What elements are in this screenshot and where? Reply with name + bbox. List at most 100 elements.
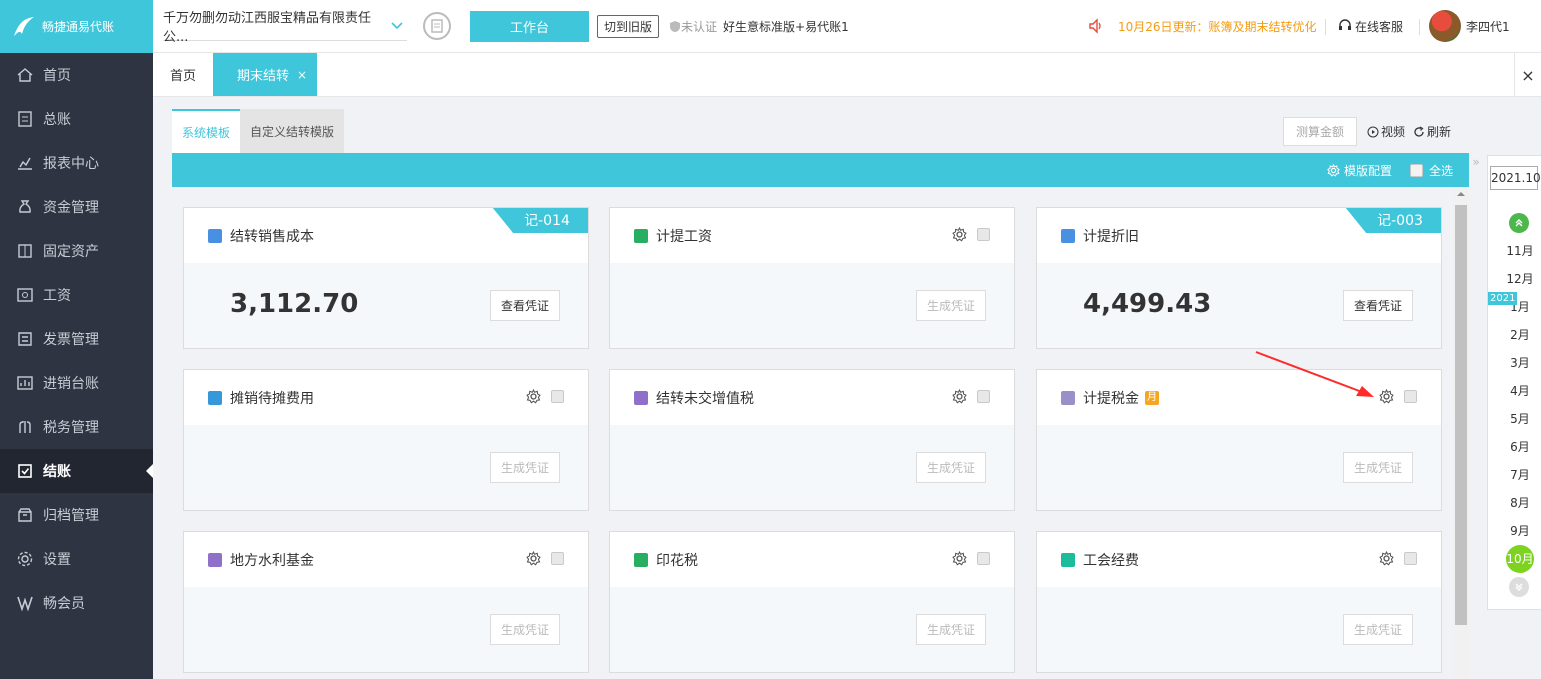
month-list: 11月 12月 1月 2月 3月 4月 5月 6月 7月 8月 9月 10月 xyxy=(1488,237,1541,573)
gear-icon[interactable] xyxy=(952,227,967,242)
sidebar-item-money-bag[interactable]: 资金管理 xyxy=(0,185,153,229)
card-title: 地方水利基金 xyxy=(230,552,314,569)
month-item[interactable]: 4月 xyxy=(1488,377,1541,405)
video-link[interactable]: 视频 xyxy=(1367,123,1405,140)
tab-period-end-transfer[interactable]: 期末结转 × xyxy=(213,53,318,96)
template-config-link[interactable]: 模版配置 xyxy=(1327,162,1392,179)
toolbar: 测算金额 视频 刷新 xyxy=(1282,117,1459,146)
collapse-panel-icon[interactable]: » xyxy=(1469,155,1483,177)
month-up-icon[interactable] xyxy=(1509,213,1529,233)
card-title: 结转未交增值税 xyxy=(656,390,754,407)
app-logo[interactable]: 畅捷通易代账 xyxy=(0,0,153,53)
view-voucher-button[interactable]: 查看凭证 xyxy=(1343,290,1413,321)
online-service-link[interactable]: 在线客服 xyxy=(1338,18,1403,35)
card-header: 结转未交增值税 xyxy=(610,370,1014,425)
card-header: 结转销售成本 记-014 xyxy=(184,208,588,263)
sidebar-item-home[interactable]: 首页 xyxy=(0,53,153,97)
tab-system-template[interactable]: 系统模板 xyxy=(172,109,241,153)
calendar-icon[interactable] xyxy=(423,12,451,40)
generate-voucher-button[interactable]: 生成凭证 xyxy=(916,452,986,483)
sidebar-item-report[interactable]: 报表中心 xyxy=(0,141,153,185)
month-down-icon[interactable] xyxy=(1509,577,1529,597)
card-controls xyxy=(952,389,990,404)
generate-voucher-button[interactable]: 生成凭证 xyxy=(490,452,560,483)
card-checkbox[interactable] xyxy=(977,228,990,241)
gear-icon[interactable] xyxy=(952,551,967,566)
card-title: 计提折旧 xyxy=(1083,228,1139,245)
select-all-checkbox[interactable] xyxy=(1409,163,1423,177)
card-checkbox[interactable] xyxy=(551,390,564,403)
update-notice[interactable]: 10月26日更新：账簿及期末结转优化 xyxy=(1088,18,1317,35)
calc-amount-button[interactable]: 测算金额 xyxy=(1282,117,1357,146)
home-icon xyxy=(16,66,34,84)
month-item[interactable]: 11月 xyxy=(1488,237,1541,265)
tax-icon xyxy=(16,418,34,436)
close-all-tabs-button[interactable]: × xyxy=(1514,53,1541,97)
card-body: 生成凭证 xyxy=(184,587,588,672)
month-item[interactable]: 2月 xyxy=(1488,321,1541,349)
company-selector[interactable]: 千万勿删勿动江西服宝精品有限责任公... xyxy=(163,11,407,45)
sidebar-item-salary[interactable]: 工资 xyxy=(0,273,153,317)
auth-status[interactable]: 未认证 好生意标准版+易代账1 xyxy=(669,18,849,35)
generate-voucher-button[interactable]: 生成凭证 xyxy=(916,290,986,321)
card-checkbox[interactable] xyxy=(1404,390,1417,403)
template-bar: 模版配置 全选 xyxy=(172,153,1469,187)
card-checkbox[interactable] xyxy=(977,552,990,565)
sidebar-item-asset[interactable]: 固定资产 xyxy=(0,229,153,273)
ledger-icon xyxy=(16,110,34,128)
month-item[interactable]: 8月 xyxy=(1488,489,1541,517)
vertical-scrollbar[interactable] xyxy=(1453,187,1469,679)
user-menu[interactable]: 李四代1 xyxy=(1429,10,1510,42)
tab-custom-template[interactable]: 自定义结转模版 xyxy=(240,109,345,153)
scroll-up-arrow[interactable] xyxy=(1457,192,1465,196)
gear-icon[interactable] xyxy=(526,389,541,404)
sidebar-item-tax[interactable]: 税务管理 xyxy=(0,405,153,449)
card-title: 结转销售成本 xyxy=(230,228,314,245)
card-checkbox[interactable] xyxy=(1404,552,1417,565)
headset-icon xyxy=(1339,19,1351,30)
scrollbar-thumb[interactable] xyxy=(1455,205,1467,625)
sidebar-item-label: 税务管理 xyxy=(43,420,99,436)
voucher-badge[interactable]: 记-003 xyxy=(1345,208,1441,233)
month-label: 5月 xyxy=(1510,412,1530,426)
card-checkbox[interactable] xyxy=(977,390,990,403)
gear-icon[interactable] xyxy=(1379,551,1394,566)
gear-icon[interactable] xyxy=(1379,389,1394,404)
month-item[interactable]: 7月 xyxy=(1488,461,1541,489)
generate-voucher-button[interactable]: 生成凭证 xyxy=(1343,614,1413,645)
card-body: 生成凭证 xyxy=(610,587,1014,672)
sidebar-item-vip[interactable]: 畅会员 xyxy=(0,581,153,625)
transfer-card: 工会经费 生成凭证 xyxy=(1036,531,1442,673)
generate-voucher-button[interactable]: 生成凭证 xyxy=(916,614,986,645)
gear-icon[interactable] xyxy=(526,551,541,566)
month-item[interactable]: 10月 xyxy=(1488,545,1541,573)
annotation-arrow xyxy=(1255,351,1374,397)
close-icon[interactable]: × xyxy=(297,68,307,82)
period-input[interactable]: 2021.10 xyxy=(1490,166,1541,190)
shield-icon xyxy=(670,20,681,32)
tab-home[interactable]: 首页 xyxy=(153,53,213,96)
gear-icon[interactable] xyxy=(952,389,967,404)
sidebar-item-invoice[interactable]: 发票管理 xyxy=(0,317,153,361)
voucher-badge[interactable]: 记-014 xyxy=(492,208,588,233)
sidebar-item-ledger[interactable]: 总账 xyxy=(0,97,153,141)
month-item[interactable]: 6月 xyxy=(1488,433,1541,461)
month-item[interactable]: 12月 xyxy=(1488,265,1541,293)
sidebar-item-inventory[interactable]: 进销台账 xyxy=(0,361,153,405)
sidebar-item-label: 发票管理 xyxy=(43,332,99,348)
old-version-button[interactable]: 切到旧版 xyxy=(597,14,660,38)
generate-voucher-button[interactable]: 生成凭证 xyxy=(1343,452,1413,483)
generate-voucher-button[interactable]: 生成凭证 xyxy=(490,614,560,645)
company-name: 千万勿删勿动江西服宝精品有限责任公... xyxy=(163,10,372,45)
month-item[interactable]: 9月 xyxy=(1488,517,1541,545)
month-item[interactable]: 5月 xyxy=(1488,405,1541,433)
card-checkbox[interactable] xyxy=(551,552,564,565)
sidebar-item-archive[interactable]: 归档管理 xyxy=(0,493,153,537)
workbench-button[interactable]: 工作台 xyxy=(470,10,589,42)
sidebar-item-settings[interactable]: 设置 xyxy=(0,537,153,581)
select-all[interactable]: 全选 xyxy=(1409,162,1453,179)
sidebar-item-checkout[interactable]: 结账 xyxy=(0,449,153,493)
refresh-link[interactable]: 刷新 xyxy=(1413,123,1451,140)
view-voucher-button[interactable]: 查看凭证 xyxy=(490,290,560,321)
month-item[interactable]: 3月 xyxy=(1488,349,1541,377)
